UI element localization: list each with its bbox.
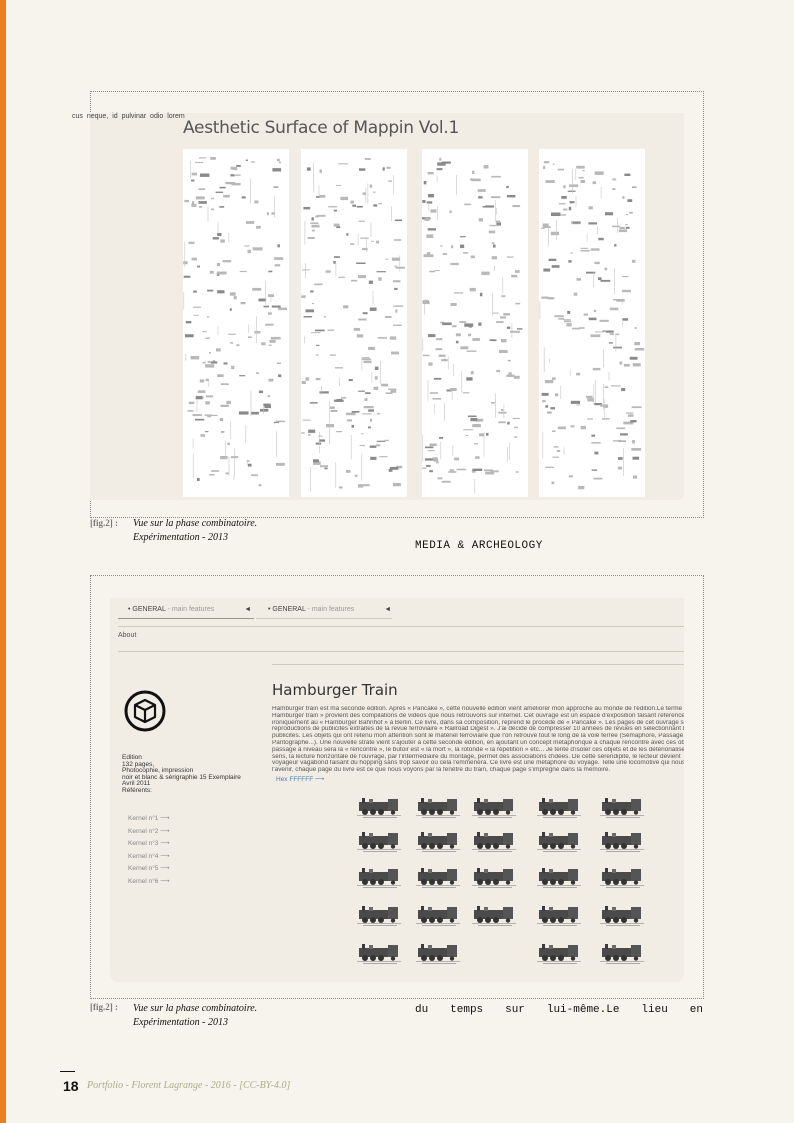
description-line: Hamburger train est ma seconde édition. … [272,706,683,712]
body-text-fragment: du temps sur lui-même.Le lieu en [415,1004,703,1016]
locomotive-thumbnail[interactable] [355,942,405,966]
mappin-page-4 [539,149,645,497]
tab-underline [256,618,392,619]
locomotive-thumbnail[interactable] [470,866,520,890]
locomotive-thumbnail[interactable] [355,796,405,820]
description-line: Pantographe...). Une nouvelle strate vie… [272,739,684,746]
orange-margin-bar [0,0,6,1123]
mappin-page-3 [422,149,528,497]
word: lieu [641,1004,668,1016]
locomotive-thumbnail[interactable] [414,904,464,928]
word: en [689,1004,703,1016]
figure2-caption-line1: Vue sur la phase combinatoire. [133,1003,258,1014]
kernel-link[interactable]: Kernel n°6 ⟶ [128,877,170,890]
locomotive-thumbnail[interactable] [414,796,464,820]
word: sur [505,1004,525,1016]
description-line: publicités. Les objets qui ont retenu mo… [272,733,684,740]
kernel-link[interactable]: Kernel n°3 ⟶ [128,839,170,852]
tab-general-2[interactable]: • GENERAL - main features ◄ [268,601,391,619]
hex-link[interactable]: Hex FFFFFF ⟶ [276,775,324,783]
footer-credit: Portfolio - Florent Lagrange - 2016 - [C… [87,1080,291,1091]
figure1-caption-line1: Vue sur la phase combinatoire. [133,518,258,529]
description-line: ironiquement au « Hamburger Bahnhof » à … [272,719,684,726]
locomotive-thumbnail[interactable] [535,904,585,928]
kernel-link[interactable]: Kernel n°4 ⟶ [128,852,170,865]
menu-divider [118,626,684,627]
section-label: MEDIA & ARCHEOLOGY [415,540,543,552]
kernel-link[interactable]: Kernel n°1 ⟶ [128,814,170,827]
description-line: voyageur vagabond faisant du hopping san… [272,760,684,767]
locomotive-thumbnail[interactable] [535,866,585,890]
kernel-list: Kernel n°1 ⟶ Kernel n°2 ⟶ Kernel n°3 ⟶ K… [128,814,170,889]
locomotive-thumbnail[interactable] [598,830,648,854]
locomotive-thumbnail[interactable] [355,830,405,854]
cut-off-text: cus neque, id pulvinar odio lorem [72,113,185,120]
project-title: Hamburger Train [272,681,398,699]
footer-dash [60,1071,75,1072]
page-diagram [539,161,645,490]
tab-underline [118,618,254,619]
page-diagram [422,157,523,494]
description-line: Hamburger train » provient des compilati… [272,712,684,719]
page-diagram [183,157,288,487]
locomotive-thumbnail[interactable] [598,942,648,966]
meta-line: Référents: [122,786,152,794]
about-link[interactable]: About [118,632,136,639]
locomotive-thumbnail[interactable] [355,904,405,928]
locomotive-thumbnail[interactable] [355,866,405,890]
locomotive-thumbnail[interactable] [414,830,464,854]
tab-label: GENERAL [132,606,166,613]
locomotive-thumbnail[interactable] [414,942,464,966]
word: lui-même.Le [546,1004,620,1016]
menu-divider [118,651,684,652]
edition-meta: Edition 132 pages, Photocophie, impressi… [122,754,241,794]
mappin-page-2 [301,149,407,497]
content-divider [272,664,684,665]
tab-label: GENERAL [272,606,306,613]
word: temps [450,1004,484,1016]
figure1-caption-label: [fig.2] : [90,518,118,528]
figure2-caption-line2: Expérimentation - 2013 [133,1017,228,1028]
project-description: Hamburger train est ma seconde édition. … [272,706,684,774]
figure1-caption-line2: Expérimentation - 2013 [133,532,228,543]
figure2-caption-label: [fig.2] : [90,1002,118,1012]
figure1-title: Aesthetic Surface of Mappin Vol.1 [183,118,459,138]
word: du [415,1004,429,1016]
tab-sublabel: - main features [305,606,355,613]
locomotive-thumbnail[interactable] [470,830,520,854]
page-number: 18 [63,1078,79,1094]
description-line: l'avenir, chaque page du livre est ce qu… [272,767,611,774]
locomotive-thumbnail[interactable] [414,866,464,890]
kernel-link[interactable]: Kernel n°5 ⟶ [128,864,170,877]
mappin-page-1 [183,149,289,497]
locomotive-thumbnail[interactable] [470,904,520,928]
description-line: passage à niveau sera la « rencontre », … [272,746,684,753]
locomotive-thumbnail[interactable] [598,866,648,890]
description-line: sens, la lecture horizontale de l'ouvrag… [272,753,681,760]
cube-icon [124,690,166,732]
locomotive-thumbnail[interactable] [470,796,520,820]
description-line: reproductions de publicités extraites de… [272,726,684,733]
locomotive-thumbnail[interactable] [535,942,585,966]
page-diagram [301,158,405,492]
collapse-arrow-icon[interactable]: ◄ [244,606,251,613]
kernel-link[interactable]: Kernel n°2 ⟶ [128,827,170,840]
locomotive-thumbnail[interactable] [535,796,585,820]
collapse-arrow-icon[interactable]: ◄ [384,606,391,613]
tab-general-1[interactable]: • GENERAL - main features ◄ [128,601,251,619]
locomotive-thumbnail[interactable] [598,904,648,928]
locomotive-thumbnail[interactable] [535,830,585,854]
tab-sublabel: - main features [165,606,215,613]
locomotive-thumbnail[interactable] [598,796,648,820]
